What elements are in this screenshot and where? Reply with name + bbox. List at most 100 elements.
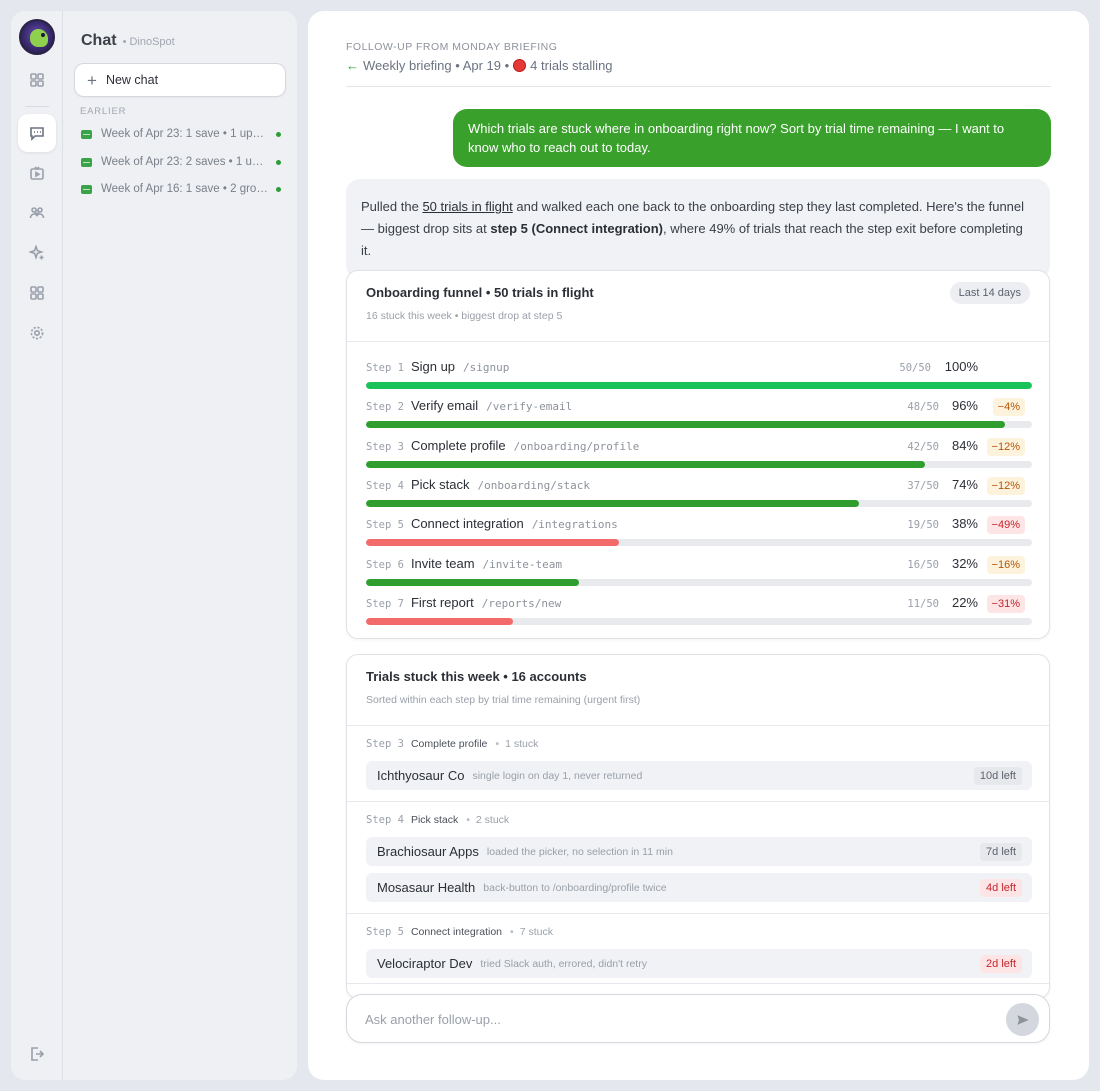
group-stuck-count: 2 stuck (475, 814, 510, 826)
time-left-badge: 4d left (980, 879, 1022, 897)
step-number: Step 6 (366, 558, 404, 571)
send-icon (1016, 1014, 1029, 1025)
step-path: /signup (463, 361, 510, 374)
step-name: Invite team (410, 555, 475, 571)
funnel-step-row[interactable]: Step 1 Sign up/signup 50/50 100% (366, 359, 1032, 389)
step-number: Step 3 (366, 440, 404, 453)
trials-in-flight-link[interactable]: 50 trials in flight (422, 199, 512, 214)
step-count: 37/50 (907, 479, 939, 492)
rail-logout-button[interactable] (18, 1035, 56, 1073)
stuck-step-group: Step 4 Pick stack • 2 stuck Brachiosaur Apps… (347, 802, 1049, 914)
tv-play-icon (30, 166, 44, 180)
history-item[interactable]: Week of Apr 16: 1 save • 2 grows (81, 179, 281, 199)
stuck-account-row[interactable]: Brachiosaur Apps loaded the picker, no se… (366, 837, 1032, 866)
stuck-groups: Step 3 Complete profile • 1 stuck Ichthyosau… (347, 726, 1049, 984)
stuck-account-row[interactable]: Velociraptor Dev tried Slack auth, errore… (366, 949, 1032, 978)
step-label: Step 4 Pick stack/onboarding/stack (366, 477, 590, 497)
history-item-label: Week of Apr 23: 2 saves • 1 upgrade (101, 156, 268, 168)
account-name: Velociraptor Dev (377, 956, 473, 971)
step-percent: 96% (951, 398, 978, 414)
step-count: 42/50 (907, 440, 939, 453)
step-count: 48/50 (907, 401, 939, 414)
funnel-card: Onboarding funnel • 50 trials in flight … (346, 270, 1050, 639)
step-number: Step 5 (366, 519, 404, 532)
step-percent: 100% (944, 359, 978, 374)
rail-team-button[interactable] (18, 194, 56, 232)
date-range-pill[interactable]: Last 14 days (949, 282, 1030, 304)
history-item[interactable]: Week of Apr 23: 1 save • 1 upgrade (81, 124, 281, 144)
stuck-account-row[interactable]: Ichthyosaur Co single login on day 1, nev… (366, 761, 1032, 790)
group-header: Step 4 Pick stack • 2 stuck (366, 814, 509, 826)
account-note: tried Slack auth, errored, didn't retry (480, 957, 647, 970)
funnel-step-row[interactable]: Step 7 First report/reports/new 11/50 22% −3… (366, 594, 1032, 625)
back-arrow-icon[interactable]: ← (346, 58, 359, 73)
step-path: /onboarding/profile (513, 439, 640, 453)
funnel-step-row[interactable]: Step 4 Pick stack/onboarding/stack 37/50 74… (366, 476, 1032, 507)
step-progress-fill (366, 460, 926, 468)
icon-rail (11, 11, 63, 1080)
funnel-step-row[interactable]: Step 6 Invite team/invite-team 16/50 32% −16… (366, 555, 1032, 586)
step-label: Step 1 Sign up/signup (366, 359, 509, 379)
step-percent: 22% (951, 594, 978, 610)
dino-logo-icon (30, 29, 48, 47)
rail-dashboard-button[interactable] (18, 61, 56, 99)
account-name: Ichthyosaur Co (377, 768, 465, 783)
red-circle-icon (513, 59, 527, 72)
rail-ai-button[interactable] (18, 234, 56, 272)
chat-title: Chat (81, 32, 117, 49)
step-progress-track (366, 617, 1032, 625)
funnel-step-row[interactable]: Step 2 Verify email/verify-email 48/50 96% −… (366, 398, 1032, 429)
rail-apps-button[interactable] (18, 274, 56, 312)
step-name: Complete profile (410, 437, 506, 453)
step-percent: 74% (951, 476, 978, 492)
step-progress-track (366, 578, 1032, 586)
group-step-number: Step 4 (366, 814, 404, 826)
assistant-text: Pulled the (361, 199, 423, 214)
step-percent: 32% (951, 555, 978, 571)
group-separator: • (495, 738, 500, 750)
group-header: Step 3 Complete profile • 1 stuck (366, 738, 538, 750)
stuck-title: Trials stuck this week • 16 accounts (366, 669, 587, 684)
funnel-subtitle: 16 stuck this week • biggest drop at ste… (366, 310, 563, 322)
step-progress-fill (366, 539, 620, 547)
step-dropoff-badge: −4% (992, 398, 1025, 417)
step-progress-fill (366, 499, 859, 507)
funnel-title: Onboarding funnel • 50 trials in flight (366, 285, 594, 300)
step-label: Step 5 Connect integration/integrations (366, 516, 618, 536)
time-left-badge: 2d left (980, 955, 1022, 973)
rail-media-button[interactable] (18, 154, 56, 192)
breadcrumb[interactable]: ← Weekly briefing • Apr 19 • 4 trials st… (346, 58, 613, 73)
step-percent: 38% (951, 516, 978, 532)
new-chat-button[interactable]: + New chat (74, 63, 286, 97)
account-name: Mosasaur Health (377, 880, 476, 895)
step-dropoff-badge: −12% (986, 476, 1025, 495)
step-name: Sign up (410, 359, 456, 374)
account-name: Brachiosaur Apps (377, 844, 479, 859)
stuck-subtitle: Sorted within each step by trial time re… (366, 694, 641, 706)
rail-settings-button[interactable] (18, 314, 56, 352)
report-doc-icon (81, 129, 92, 139)
history-item-label: Week of Apr 16: 1 save • 2 grows (101, 183, 268, 195)
status-dot (276, 131, 281, 137)
funnel-step-row[interactable]: Step 3 Complete profile/onboarding/profil… (366, 437, 1032, 468)
left-panel: Chat • DinoSpot + New chat EARLIER Week … (11, 11, 297, 1080)
sparkle-icon (29, 245, 44, 260)
workspace-avatar[interactable] (19, 19, 55, 55)
group-step-name: Connect integration (410, 926, 502, 938)
stuck-account-row[interactable]: Mosasaur Health back-button to /onboardin… (366, 873, 1032, 902)
step-number: Step 7 (366, 597, 404, 610)
stuck-step-group: Step 3 Complete profile • 1 stuck Ichthyosau… (347, 726, 1049, 802)
earlier-section-label: EARLIER (80, 106, 127, 117)
funnel-step-row[interactable]: Step 5 Connect integration/integrations 19… (366, 516, 1032, 547)
step-label: Step 6 Invite team/invite-team (366, 556, 562, 576)
step-count: 19/50 (907, 519, 939, 532)
followup-input[interactable] (365, 1009, 965, 1029)
rail-chat-button[interactable] (18, 114, 56, 152)
step-count: 50/50 (899, 362, 931, 374)
workspace-name: • DinoSpot (122, 36, 175, 48)
followup-label: FOLLOW-UP FROM MONDAY BRIEFING (346, 41, 558, 53)
history-item[interactable]: Week of Apr 23: 2 saves • 1 upgrade (81, 152, 281, 172)
step-path: /reports/new (481, 596, 562, 610)
step-dropoff-badge: −12% (986, 437, 1025, 456)
send-button[interactable] (1006, 1003, 1039, 1036)
